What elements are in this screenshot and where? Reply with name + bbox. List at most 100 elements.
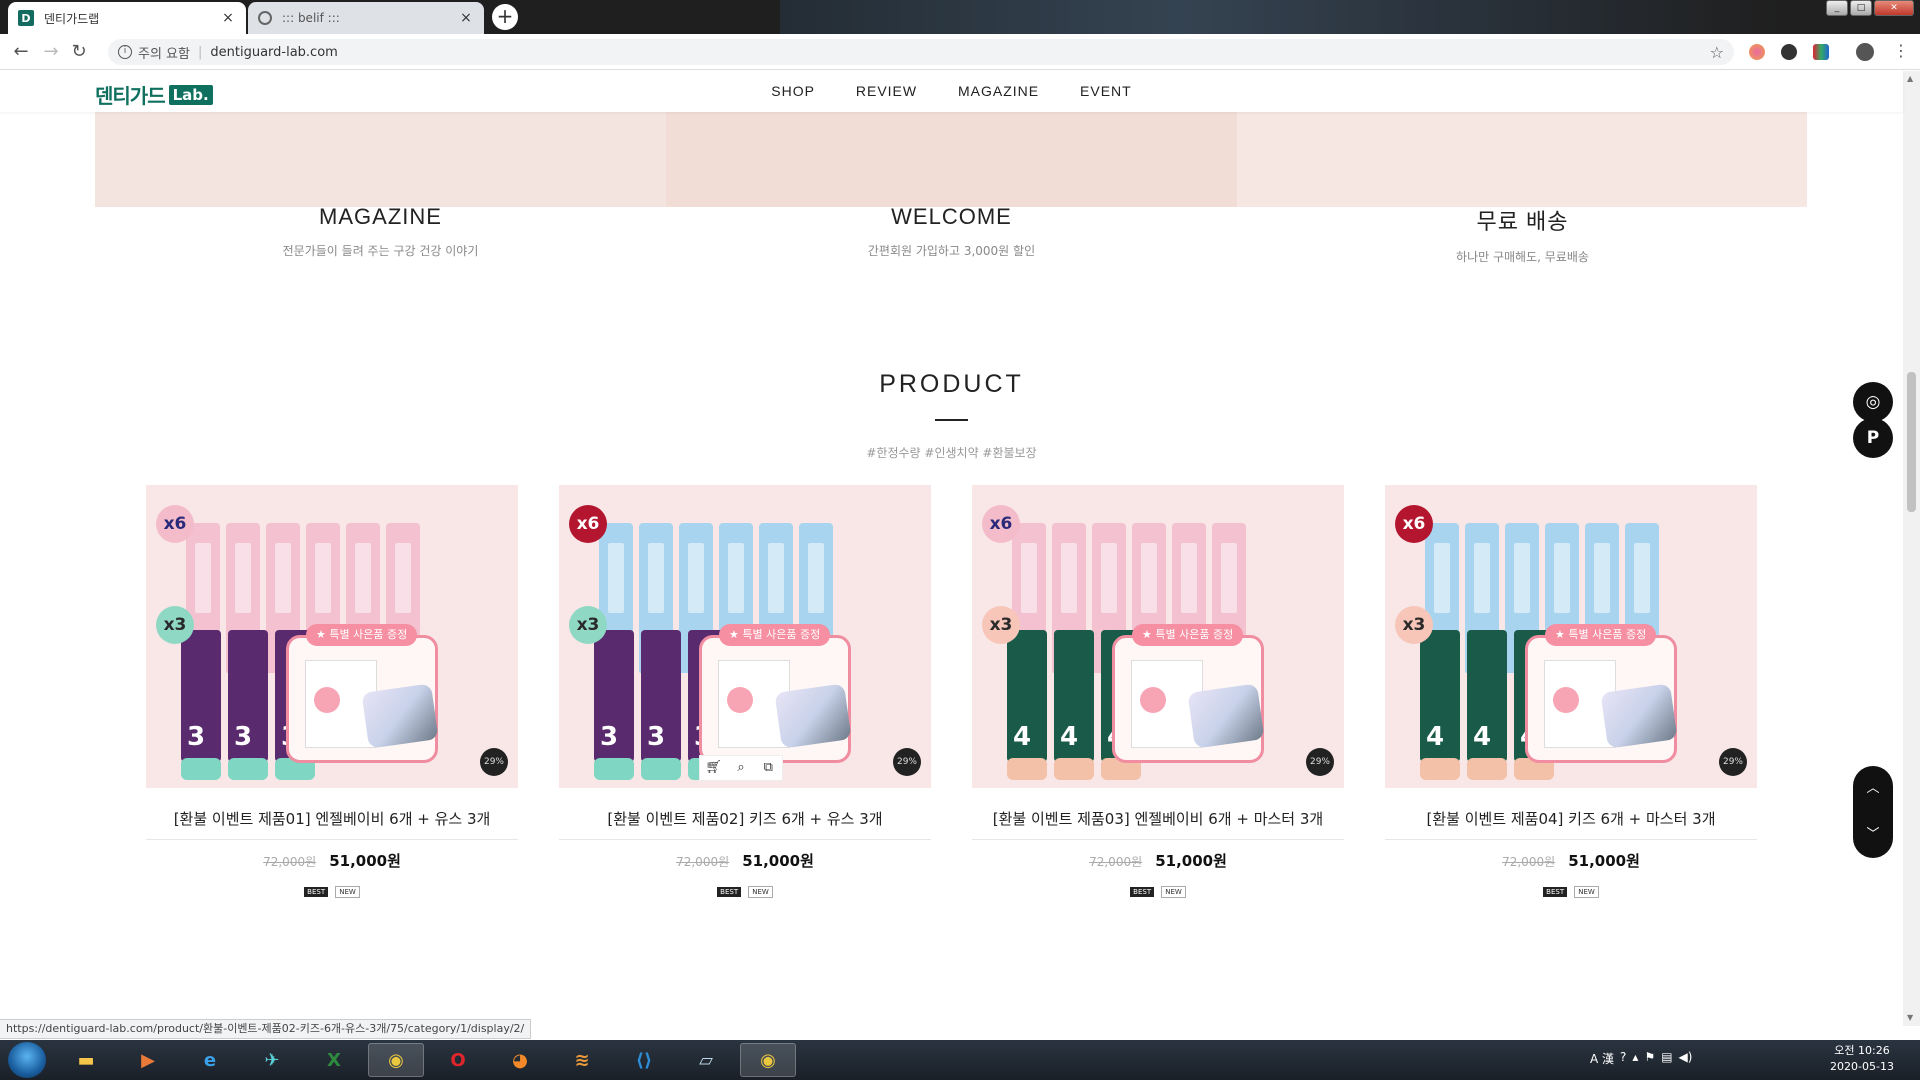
product-prices: 72,000원 51,000원 [559, 850, 931, 871]
chrome-icon[interactable]: ◉ [368, 1043, 424, 1077]
section-hashtags: #한정수량 #인생치약 #환불보장 [866, 446, 1037, 460]
product-thumbnail[interactable]: 333 x6 x3 ★ 특별 사은품 증정 29% [146, 485, 518, 788]
firefox-icon[interactable]: ◕ [492, 1043, 548, 1077]
tube-number: 3 [234, 722, 253, 752]
product-thumbnail[interactable]: 444 x6 x3 ★ 특별 사은품 증정 29% [1385, 485, 1757, 788]
product-name[interactable]: [환불 이벤트 제품02] 키즈 6개 + 유스 3개 [559, 808, 931, 829]
scroll-bottom-chevron-icon[interactable]: ﹀ [1853, 812, 1893, 858]
new-tag: NEW [1574, 886, 1599, 898]
extension-icon[interactable] [1749, 44, 1765, 60]
extension-icon[interactable] [1813, 44, 1829, 60]
reload-icon[interactable]: ↻ [68, 41, 90, 62]
quantity-badge: x6 [1395, 505, 1433, 543]
sale-price: 51,000원 [1155, 852, 1227, 870]
quantity-badge: x6 [982, 505, 1020, 543]
winamp-icon[interactable]: ≋ [554, 1043, 610, 1077]
volume-icon[interactable]: ◀) [1679, 1050, 1693, 1067]
menu-kebab-icon[interactable]: ⋮ [1893, 41, 1909, 60]
nav-shop[interactable]: SHOP [771, 83, 815, 99]
product-card[interactable]: 444 x6 x3 ★ 특별 사은품 증정 29% [환불 이벤트 제품03] … [972, 485, 1344, 898]
tube-number: 4 [1013, 722, 1032, 752]
product-thumbnail[interactable]: 444 x6 x3 ★ 특별 사은품 증정 29% [972, 485, 1344, 788]
media-player-icon[interactable]: ▶ [120, 1043, 176, 1077]
tray-overflow-icon[interactable]: ▴ [1632, 1050, 1638, 1067]
compare-icon[interactable]: ⧉ [755, 756, 782, 780]
page-scrollbar[interactable]: ▲ ▼ [1903, 71, 1920, 1026]
taskbar-clock[interactable]: 오전 10:26 2020-05-13 [1820, 1043, 1904, 1075]
close-tab-icon[interactable]: × [458, 10, 474, 26]
cart-icon[interactable]: 🛒︎ [700, 756, 727, 780]
original-price: 72,000원 [1089, 855, 1143, 869]
new-tab-button[interactable]: + [492, 4, 518, 30]
nav-review[interactable]: REVIEW [856, 83, 917, 99]
scrollbar-thumb[interactable] [1907, 372, 1916, 512]
toothpaste-tube-image: 3 [641, 630, 681, 780]
quantity-badge: x3 [156, 606, 194, 644]
gift-set-image [1112, 635, 1265, 763]
best-tag: BEST [304, 887, 329, 897]
file-explorer-icon[interactable]: ▬ [58, 1043, 114, 1077]
scroll-top-chevron-icon[interactable]: ︿ [1853, 766, 1893, 812]
excel-icon[interactable]: X [306, 1043, 362, 1077]
product-name[interactable]: [환불 이벤트 제품04] 키즈 6개 + 마스터 3개 [1385, 808, 1757, 829]
forward-arrow-icon[interactable]: → [40, 41, 62, 62]
product-name[interactable]: [환불 이벤트 제품01] 엔젤베이비 6개 + 유스 3개 [146, 808, 518, 829]
extension-icon[interactable] [1781, 44, 1797, 60]
search-icon[interactable]: ⌕ [727, 756, 754, 780]
welcome-banner-image[interactable] [666, 112, 1237, 207]
pay-icon[interactable]: P [1853, 418, 1893, 458]
notepad-icon[interactable]: ▱ [678, 1043, 734, 1077]
flag-icon[interactable]: ⚑ [1644, 1050, 1655, 1067]
quick-actions: 🛒︎ ⌕ ⧉ [699, 755, 783, 781]
scroll-up-arrow-icon[interactable]: ▲ [1907, 74, 1913, 83]
magazine-banner-image[interactable] [95, 112, 666, 207]
bookmark-star-icon[interactable]: ☆ [1710, 43, 1724, 62]
product-card[interactable]: 333 x6 x3 ★ 특별 사은품 증정 29% [환불 이벤트 제품01] … [146, 485, 518, 898]
gift-label: ★ 특별 사은품 증정 [1132, 624, 1244, 646]
maximize-button[interactable]: □ [1850, 0, 1872, 16]
nav-event[interactable]: EVENT [1080, 83, 1132, 99]
instagram-icon[interactable]: ◎ [1853, 382, 1893, 422]
bird-app-icon[interactable]: ✈ [244, 1043, 300, 1077]
promo-magazine[interactable]: MAGAZINE 전문가들이 들려 주는 구강 건강 이야기 [95, 204, 666, 259]
nav-magazine[interactable]: MAGAZINE [958, 83, 1039, 99]
tab-belif[interactable]: ::: belif ::: × [248, 2, 484, 34]
vscode-icon[interactable]: ⟨⟩ [616, 1043, 672, 1077]
product-name[interactable]: [환불 이벤트 제품03] 엔젤베이비 6개 + 마스터 3개 [972, 808, 1344, 829]
close-window-button[interactable]: ✕ [1874, 0, 1914, 16]
discount-badge: 29% [480, 748, 508, 776]
sale-price: 51,000원 [1568, 852, 1640, 870]
network-icon[interactable]: ▤ [1661, 1050, 1672, 1067]
close-tab-icon[interactable]: × [220, 10, 236, 26]
minimize-button[interactable]: _ [1826, 0, 1848, 16]
help-icon[interactable]: ? [1620, 1050, 1626, 1067]
best-tag: BEST [1543, 887, 1568, 897]
ime-indicator[interactable]: A 漢 [1590, 1050, 1614, 1067]
product-divider [146, 839, 518, 840]
new-tag: NEW [335, 886, 360, 898]
profile-avatar-icon[interactable] [1856, 43, 1874, 61]
gift-set-image [1525, 635, 1678, 763]
product-card[interactable]: 444 x6 x3 ★ 특별 사은품 증정 29% [환불 이벤트 제품04] … [1385, 485, 1757, 898]
tube-number: 3 [600, 722, 619, 752]
info-icon[interactable]: i [118, 45, 132, 59]
start-button-icon[interactable] [8, 1042, 46, 1078]
tab-title: ::: belif ::: [282, 11, 340, 25]
product-divider [559, 839, 931, 840]
internet-explorer-icon[interactable]: e [182, 1043, 238, 1077]
promo-subtitle: 하나만 구매해도, 무료배송 [1456, 250, 1589, 264]
back-arrow-icon[interactable]: ← [10, 41, 32, 62]
shipping-banner-image[interactable] [1237, 112, 1807, 207]
product-thumbnail[interactable]: 333 x6 x3 ★ 특별 사은품 증정 29% 🛒︎⌕⧉ [559, 485, 931, 788]
promo-banners: MAGAZINE 전문가들이 들려 주는 구강 건강 이야기 WELCOME 간… [95, 112, 1807, 264]
opera-icon[interactable]: O [430, 1043, 486, 1077]
address-bar[interactable]: i 주의 요함 | dentiguard-lab.com ☆ [108, 39, 1734, 65]
tab-dentiguard[interactable]: D 덴티가드랩 × [8, 2, 246, 34]
promo-free-shipping[interactable]: 무료 배송 하나만 구매해도, 무료배송 [1237, 204, 1808, 265]
promo-welcome[interactable]: WELCOME 간편회원 가입하고 3,000원 할인 [666, 204, 1237, 259]
scroll-down-arrow-icon[interactable]: ▼ [1907, 1013, 1913, 1022]
promo-subtitle: 전문가들이 들려 주는 구강 건강 이야기 [282, 244, 479, 258]
chrome-icon[interactable]: ◉ [740, 1043, 796, 1077]
product-card[interactable]: 333 x6 x3 ★ 특별 사은품 증정 29% 🛒︎⌕⧉ [환불 이벤트 제… [559, 485, 931, 898]
quantity-badge: x6 [156, 505, 194, 543]
